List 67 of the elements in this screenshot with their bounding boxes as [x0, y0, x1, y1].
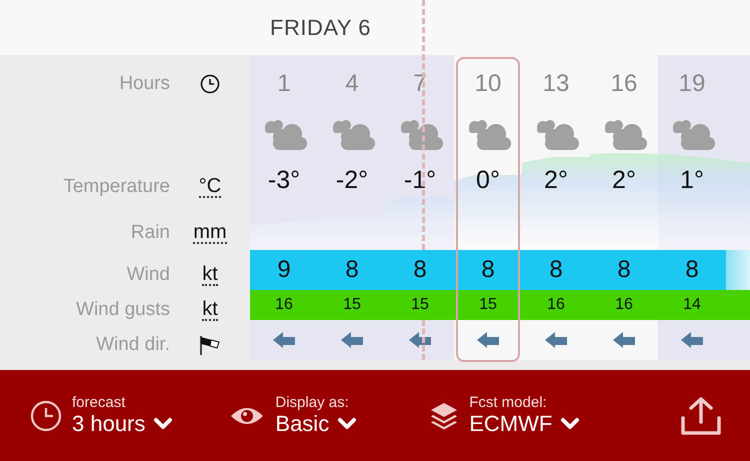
hour-label: 16: [610, 70, 638, 98]
dropdown-button[interactable]: forecast 3 hours: [30, 394, 174, 437]
hour-column[interactable]: 10 0° 8 15: [454, 55, 522, 360]
arrow-icon: [340, 331, 364, 349]
wind-gust: 16: [250, 290, 318, 320]
temperature-value: 0°: [476, 166, 500, 194]
row-label: Hours: [119, 72, 170, 94]
unit-label[interactable]: °C: [198, 176, 222, 198]
share-button[interactable]: [680, 396, 722, 436]
wind-band: [726, 250, 750, 290]
unit-label[interactable]: mm: [193, 222, 227, 244]
chevron-down-icon: [560, 417, 580, 431]
gust-band: [726, 290, 750, 320]
hour-column[interactable]: 4 -2° 8 15: [318, 55, 386, 360]
temperature-value: -2°: [336, 166, 368, 194]
row-label: Wind: [126, 264, 170, 286]
wind-speed: 8: [522, 250, 590, 290]
wind-speed: 8: [318, 250, 386, 290]
hour-label: 1: [277, 70, 291, 98]
wind-gust: 15: [386, 290, 454, 320]
wind-speed: 8: [590, 250, 658, 290]
row-label: Rain: [130, 222, 170, 244]
arrow-icon: [408, 331, 432, 349]
arrow-icon: [680, 331, 704, 349]
wind-gust: 16: [590, 290, 658, 320]
hour-label: 13: [542, 70, 570, 98]
row-label: Temperature: [63, 176, 170, 198]
chevron-down-icon: [337, 417, 358, 431]
hour-label: 4: [345, 70, 359, 98]
row-label: Wind gusts: [76, 299, 170, 321]
arrow-icon: [612, 331, 636, 349]
dropdown-button[interactable]: Fcst model: ECMWF: [429, 394, 580, 437]
arrow-icon: [272, 331, 296, 349]
unit-label[interactable]: kt: [202, 299, 218, 321]
wind-gust: 15: [454, 290, 522, 320]
temperature-value: 2°: [544, 166, 568, 194]
temperature-value: 2°: [612, 166, 636, 194]
share-icon: [680, 396, 722, 436]
dropdown-button[interactable]: Display as: Basic: [229, 394, 358, 437]
temperature-curve: [250, 221, 318, 250]
wind-speed: 9: [250, 250, 318, 290]
chevron-down-icon: [153, 417, 174, 431]
wind-speed: 8: [658, 250, 726, 290]
current-time-line: [422, 320, 425, 360]
wind-gust: 15: [318, 290, 386, 320]
wind-gust: 16: [522, 290, 590, 320]
wind-gust: 14: [658, 290, 726, 320]
temperature-value: -1°: [404, 166, 436, 194]
temperature-value: 1°: [680, 166, 704, 194]
hour-label: 19: [678, 70, 706, 98]
layers-icon: [429, 400, 460, 430]
hour-label: 10: [474, 70, 502, 98]
windsock-icon: [199, 334, 221, 356]
hour-column[interactable]: 13 2° 8 16: [522, 55, 590, 360]
wind-speed: 8: [386, 250, 454, 290]
clock-icon: [30, 400, 62, 432]
hour-column[interactable]: 16 2° 8 16: [590, 55, 658, 360]
hour-column[interactable]: 19 1° 8 14: [658, 55, 726, 360]
arrow-icon: [544, 331, 568, 349]
temperature-value: -3°: [268, 166, 300, 194]
arrow-icon: [476, 331, 500, 349]
day-header: FRIDAY 6: [270, 14, 371, 40]
unit-label[interactable]: kt: [202, 264, 218, 286]
wind-speed: 8: [454, 250, 522, 290]
row-label: Wind dir.: [96, 334, 170, 356]
clock-icon: [200, 74, 220, 94]
hour-column[interactable]: 1 -3° 9 16: [250, 55, 318, 360]
